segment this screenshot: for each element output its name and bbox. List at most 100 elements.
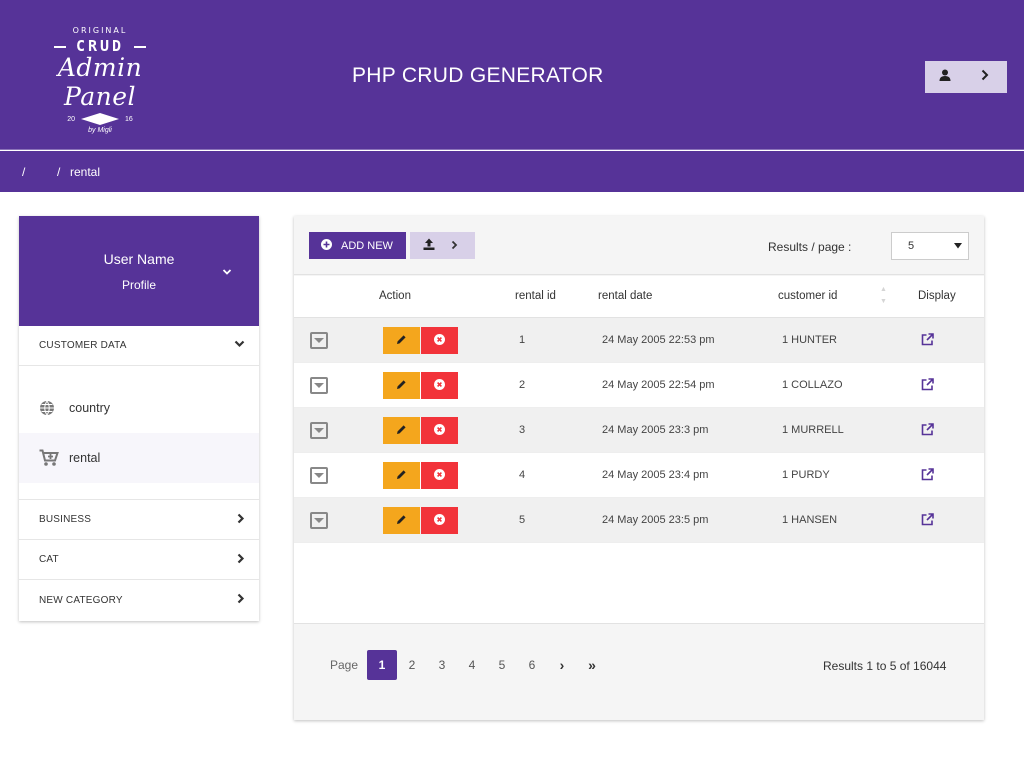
chevron-right-icon <box>237 593 245 607</box>
user-menu-button[interactable] <box>925 61 1007 93</box>
chevron-down-icon <box>234 340 245 351</box>
pagination: Page 1 2 3 4 5 6 › » <box>330 650 607 680</box>
cell-rental-date: 24 May 2005 23:5 pm <box>602 514 709 526</box>
sidebar-category-new-category[interactable]: NEW CATEGORY <box>19 580 259 620</box>
close-circle-icon <box>434 333 445 348</box>
results-per-page-value: 5 <box>908 240 915 252</box>
cell-rental-date: 24 May 2005 22:54 pm <box>602 379 715 391</box>
page-3-button[interactable]: 3 <box>427 650 457 680</box>
chevron-down-icon[interactable] <box>222 263 232 281</box>
pencil-icon <box>396 424 407 438</box>
rental-table: Action rental id rental date customer id… <box>294 276 984 624</box>
sidebar-category-business[interactable]: BUSINESS <box>19 500 259 540</box>
caret-down-icon <box>314 473 324 478</box>
cell-rental-date: 24 May 2005 23:3 pm <box>602 424 709 436</box>
external-link-icon[interactable] <box>921 513 934 529</box>
close-circle-icon <box>434 423 445 438</box>
pagination-label: Page <box>330 658 359 672</box>
pencil-icon <box>396 379 407 393</box>
expand-row-toggle[interactable] <box>310 332 328 349</box>
delete-button[interactable] <box>421 417 458 444</box>
breadcrumb: / / rental <box>0 151 1024 192</box>
sidebar-category-label: CUSTOMER DATA <box>39 340 127 351</box>
plus-circle-icon <box>321 238 332 253</box>
column-header-customer-id[interactable]: customer id <box>778 290 837 302</box>
user-card[interactable]: User Name Profile <box>19 216 259 326</box>
column-header-rental-id[interactable]: rental id <box>515 290 556 302</box>
caret-down-icon <box>314 338 324 343</box>
table-row: 4 24 May 2005 23:4 pm 1 PURDY <box>294 453 984 498</box>
cell-rental-id: 3 <box>519 424 526 436</box>
delete-button[interactable] <box>421 372 458 399</box>
column-header-rental-date[interactable]: rental date <box>598 290 652 302</box>
chevron-right-icon <box>237 513 245 527</box>
sidebar-category-label: NEW CATEGORY <box>39 594 123 606</box>
globe-icon <box>39 400 69 416</box>
logo[interactable]: ORIGINAL CRUD Admin Panel 20 16 by Migli <box>20 26 180 134</box>
sidebar-category-customer-data[interactable]: CUSTOMER DATA <box>19 326 259 366</box>
sidebar-category-label: BUSINESS <box>39 514 92 525</box>
page-6-button[interactable]: 6 <box>517 650 547 680</box>
delete-button[interactable] <box>421 327 458 354</box>
sidebar-category-cat[interactable]: CAT <box>19 540 259 580</box>
breadcrumb-separator: / <box>57 165 61 179</box>
cell-customer-id: 1 HUNTER <box>782 334 838 346</box>
last-page-button[interactable]: » <box>577 650 607 680</box>
page-5-button[interactable]: 5 <box>487 650 517 680</box>
sidebar-item-label: rental <box>69 451 101 465</box>
chevron-right-icon <box>451 237 458 255</box>
next-page-button[interactable]: › <box>547 650 577 680</box>
logo-year: 20 16 <box>20 113 180 125</box>
edit-button[interactable] <box>383 417 420 444</box>
cell-customer-id: 1 HANSEN <box>782 514 838 526</box>
table-row: 5 24 May 2005 23:5 pm 1 HANSEN <box>294 498 984 543</box>
main-panel: ADD NEW Results / page : 5 Action rental… <box>294 216 984 720</box>
page-4-button[interactable]: 4 <box>457 650 487 680</box>
expand-row-toggle[interactable] <box>310 377 328 394</box>
edit-button[interactable] <box>383 462 420 489</box>
expand-row-toggle[interactable] <box>310 467 328 484</box>
cell-customer-id: 1 MURRELL <box>782 424 844 436</box>
table-row: 2 24 May 2005 22:54 pm 1 COLLAZO <box>294 363 984 408</box>
external-link-icon[interactable] <box>921 333 934 349</box>
cell-rental-id: 4 <box>519 469 526 481</box>
sort-arrows-icon[interactable]: ▲ ▼ <box>880 284 887 308</box>
cart-plus-icon <box>39 449 69 467</box>
logo-year-left: 20 <box>67 115 75 123</box>
page-1-button[interactable]: 1 <box>367 650 397 680</box>
add-new-button[interactable]: ADD NEW <box>309 232 406 259</box>
edit-button[interactable] <box>383 327 420 354</box>
logo-diamond-icon <box>81 113 119 125</box>
delete-button[interactable] <box>421 462 458 489</box>
sidebar-item-country[interactable]: country <box>19 383 259 433</box>
close-circle-icon <box>434 468 445 483</box>
results-summary: Results 1 to 5 of 16044 <box>823 659 947 673</box>
external-link-icon[interactable] <box>921 468 934 484</box>
edit-button[interactable] <box>383 372 420 399</box>
caret-down-icon <box>954 240 962 252</box>
export-button[interactable] <box>410 232 475 259</box>
results-per-page-select[interactable]: 5 <box>891 232 969 260</box>
caret-down-icon <box>314 428 324 433</box>
close-circle-icon <box>434 378 445 393</box>
logo-line-original: ORIGINAL <box>72 26 128 35</box>
pencil-icon <box>396 514 407 528</box>
table-empty-space <box>294 543 984 624</box>
breadcrumb-home-link[interactable]: / <box>22 165 25 179</box>
logo-line-admin-panel: Admin Panel <box>57 53 143 111</box>
external-link-icon[interactable] <box>921 423 934 439</box>
external-link-icon[interactable] <box>921 378 934 394</box>
chevron-right-icon <box>237 553 245 567</box>
delete-button[interactable] <box>421 507 458 534</box>
expand-row-toggle[interactable] <box>310 422 328 439</box>
edit-button[interactable] <box>383 507 420 534</box>
table-row: 1 24 May 2005 22:53 pm 1 HUNTER <box>294 318 984 363</box>
column-header-display: Display <box>918 290 956 302</box>
sidebar-item-rental[interactable]: rental <box>19 433 259 483</box>
cell-rental-id: 2 <box>519 379 526 391</box>
cell-rental-id: 1 <box>519 334 526 346</box>
cell-customer-id: 1 PURDY <box>782 469 830 481</box>
page-2-button[interactable]: 2 <box>397 650 427 680</box>
pencil-icon <box>396 334 407 348</box>
expand-row-toggle[interactable] <box>310 512 328 529</box>
